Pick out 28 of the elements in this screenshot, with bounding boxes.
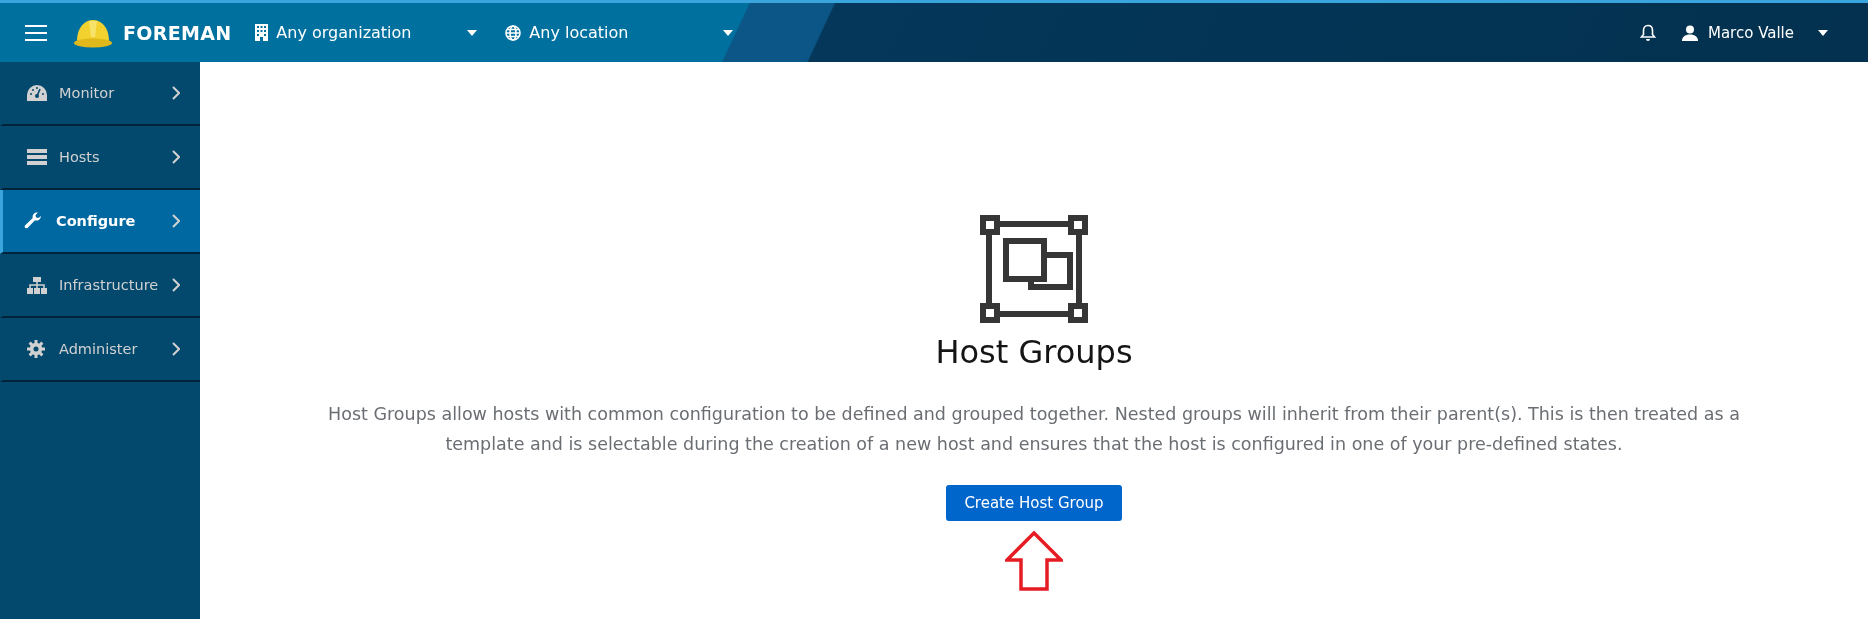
caret-icon — [1818, 29, 1828, 36]
create-host-group-button[interactable]: Create Host Group — [946, 485, 1122, 521]
brand-name: FOREMAN — [123, 21, 232, 44]
chevron-right-icon — [172, 86, 180, 100]
up-arrow-icon — [1005, 531, 1063, 591]
building-icon — [255, 24, 269, 41]
user-menu[interactable]: Marco Valle — [1682, 23, 1828, 42]
user-icon — [1682, 24, 1698, 41]
sidebar-item[interactable]: Configure — [0, 190, 200, 254]
organization-dropdown[interactable]: Any organization — [255, 23, 478, 42]
menu-icon[interactable] — [25, 24, 47, 41]
empty-state-description: Host Groups allow hosts with common configuration to be defined and grouped together. Nested groups will inherit from their parent(s). This is then treated as a template and is selectable during the creation of a new host and ensures that the host is configured in one of your pre-defined states. — [327, 403, 1741, 456]
settings-icon — [27, 340, 45, 358]
globe-icon — [505, 24, 522, 41]
server-stack-icon — [27, 149, 47, 165]
chevron-right-icon — [172, 150, 180, 164]
chevron-right-icon — [172, 278, 180, 292]
wrench-icon — [24, 212, 42, 230]
chevron-right-icon — [172, 342, 180, 356]
host-groups-icon — [980, 215, 1088, 323]
sitemap-icon — [27, 276, 47, 294]
notification-bell-icon[interactable] — [1640, 23, 1656, 42]
empty-state-title: Host Groups — [935, 333, 1133, 371]
caret-icon — [467, 29, 478, 36]
location-dropdown[interactable]: Any location — [505, 23, 734, 42]
speedometer-icon — [27, 85, 47, 101]
caret-icon — [723, 29, 734, 36]
chevron-right-icon — [172, 214, 180, 228]
